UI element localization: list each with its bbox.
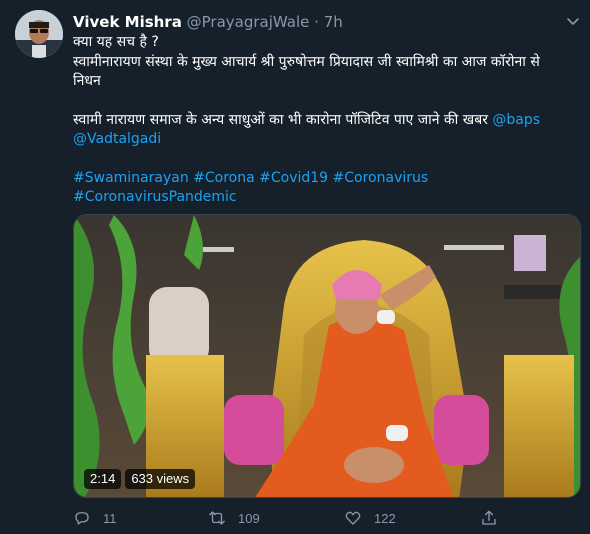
share-button[interactable] xyxy=(480,509,498,527)
tweet-header: Vivek Mishra @PrayagrajWale · 7h xyxy=(73,12,343,32)
video-thumbnail xyxy=(74,215,580,497)
video-player[interactable]: 2:14 633 views xyxy=(73,214,581,498)
video-duration: 2:14 xyxy=(84,469,122,489)
more-options-chevron-icon[interactable] xyxy=(566,14,580,28)
hashtags-line-1[interactable]: #Swaminarayan #Corona #Covid19 #Coronavi… xyxy=(73,169,578,189)
video-badges: 2:14 633 views xyxy=(84,469,196,489)
retweet-icon xyxy=(209,511,225,525)
hashtags-line-2[interactable]: #CoronavirusPandemic xyxy=(73,188,578,208)
avatar-image xyxy=(15,10,63,58)
avatar[interactable] xyxy=(15,10,63,58)
tweet-timestamp[interactable]: 7h xyxy=(324,13,343,31)
like-button[interactable]: 122 xyxy=(344,509,396,527)
author-name[interactable]: Vivek Mishra xyxy=(73,13,182,31)
tweet-line-news: स्वामीनारायण संस्था के मुख्य आचार्य श्री… xyxy=(73,53,540,70)
heart-icon xyxy=(345,511,361,525)
tweet-line-question: क्या यह सच है ? xyxy=(73,34,159,50)
tweet: Vivek Mishra @PrayagrajWale · 7h क्या यह… xyxy=(0,0,590,534)
tweet-line-news-end: निधन xyxy=(73,73,101,89)
tweet-text: क्या यह सच है ? स्वामीनारायण संस्था के म… xyxy=(73,33,578,208)
mention-vadtalgadi[interactable]: @Vadtalgadi xyxy=(73,131,161,147)
report-text: स्वामी नारायण समाज के अन्य साधुओं का भी … xyxy=(73,111,493,128)
reply-button[interactable]: 11 xyxy=(73,509,117,527)
reply-count: 11 xyxy=(103,510,117,526)
video-views: 633 views xyxy=(125,469,196,489)
reply-icon xyxy=(75,512,89,525)
tweet-actions: 11 109 122 xyxy=(73,509,513,531)
retweet-count: 109 xyxy=(238,510,260,526)
like-count: 122 xyxy=(374,510,396,526)
header-separator: · xyxy=(314,13,319,31)
mention-baps[interactable]: @baps xyxy=(492,112,540,128)
author-handle[interactable]: @PrayagrajWale xyxy=(187,13,310,31)
retweet-button[interactable]: 109 xyxy=(208,509,260,527)
share-icon xyxy=(482,510,496,525)
tweet-line-report: स्वामी नारायण समाज के अन्य साधुओं का भी … xyxy=(73,111,578,131)
